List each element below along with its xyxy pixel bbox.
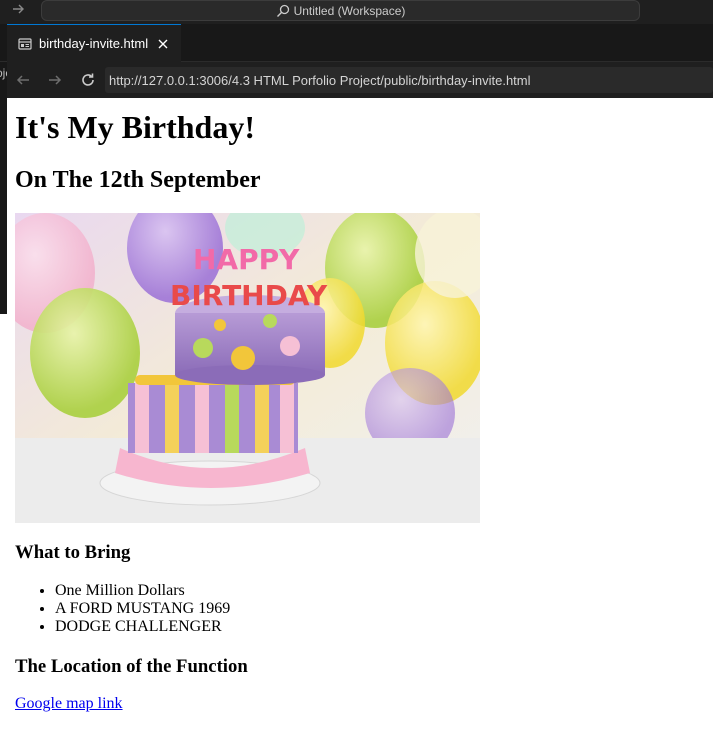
what-to-bring-heading: What to Bring [15, 542, 131, 563]
workspace-title: Untitled (Workspace) [293, 3, 406, 18]
web-page-content: It's My Birthday! On The 12th September [7, 98, 713, 756]
birthday-candles-text: BIRTHDAY [170, 279, 328, 312]
address-bar[interactable]: http://127.0.0.1:3006/4.3 HTML Porfolio … [105, 67, 713, 93]
command-center-search[interactable]: Untitled (Workspace) [41, 0, 640, 21]
location-heading: The Location of the Function [15, 656, 248, 677]
page-heading: It's My Birthday! [15, 109, 255, 145]
list-item: DODGE CHALLENGER [55, 618, 230, 636]
list-item: A FORD MUSTANG 1969 [55, 600, 230, 618]
birthday-cake-image: HAPPY BIRTHDAY [15, 213, 480, 523]
forward-arrow-icon[interactable] [45, 70, 65, 90]
sidebar-edge [0, 62, 7, 314]
list-item: One Million Dollars [55, 582, 230, 600]
tab-label: birthday-invite.html [39, 36, 149, 51]
search-icon [276, 4, 290, 18]
preview-icon [18, 37, 32, 51]
date-subheading: On The 12th September [15, 167, 261, 193]
bring-list: One Million Dollars A FORD MUSTANG 1969 … [15, 582, 230, 636]
title-bar: Untitled (Workspace) [0, 0, 713, 24]
close-icon[interactable] [156, 37, 170, 51]
google-map-link[interactable]: Google map link [15, 695, 123, 713]
go-forward-icon[interactable] [10, 1, 28, 21]
browser-nav-bar: http://127.0.0.1:3006/4.3 HTML Porfolio … [7, 62, 713, 98]
url-text: http://127.0.0.1:3006/4.3 HTML Porfolio … [109, 72, 531, 88]
tab-birthday-invite[interactable]: birthday-invite.html [7, 24, 181, 62]
reload-icon[interactable] [78, 70, 98, 90]
editor-tab-strip: birthday-invite.html [0, 24, 713, 62]
back-arrow-icon[interactable] [13, 70, 33, 90]
happy-candles-text: HAPPY [193, 243, 300, 276]
